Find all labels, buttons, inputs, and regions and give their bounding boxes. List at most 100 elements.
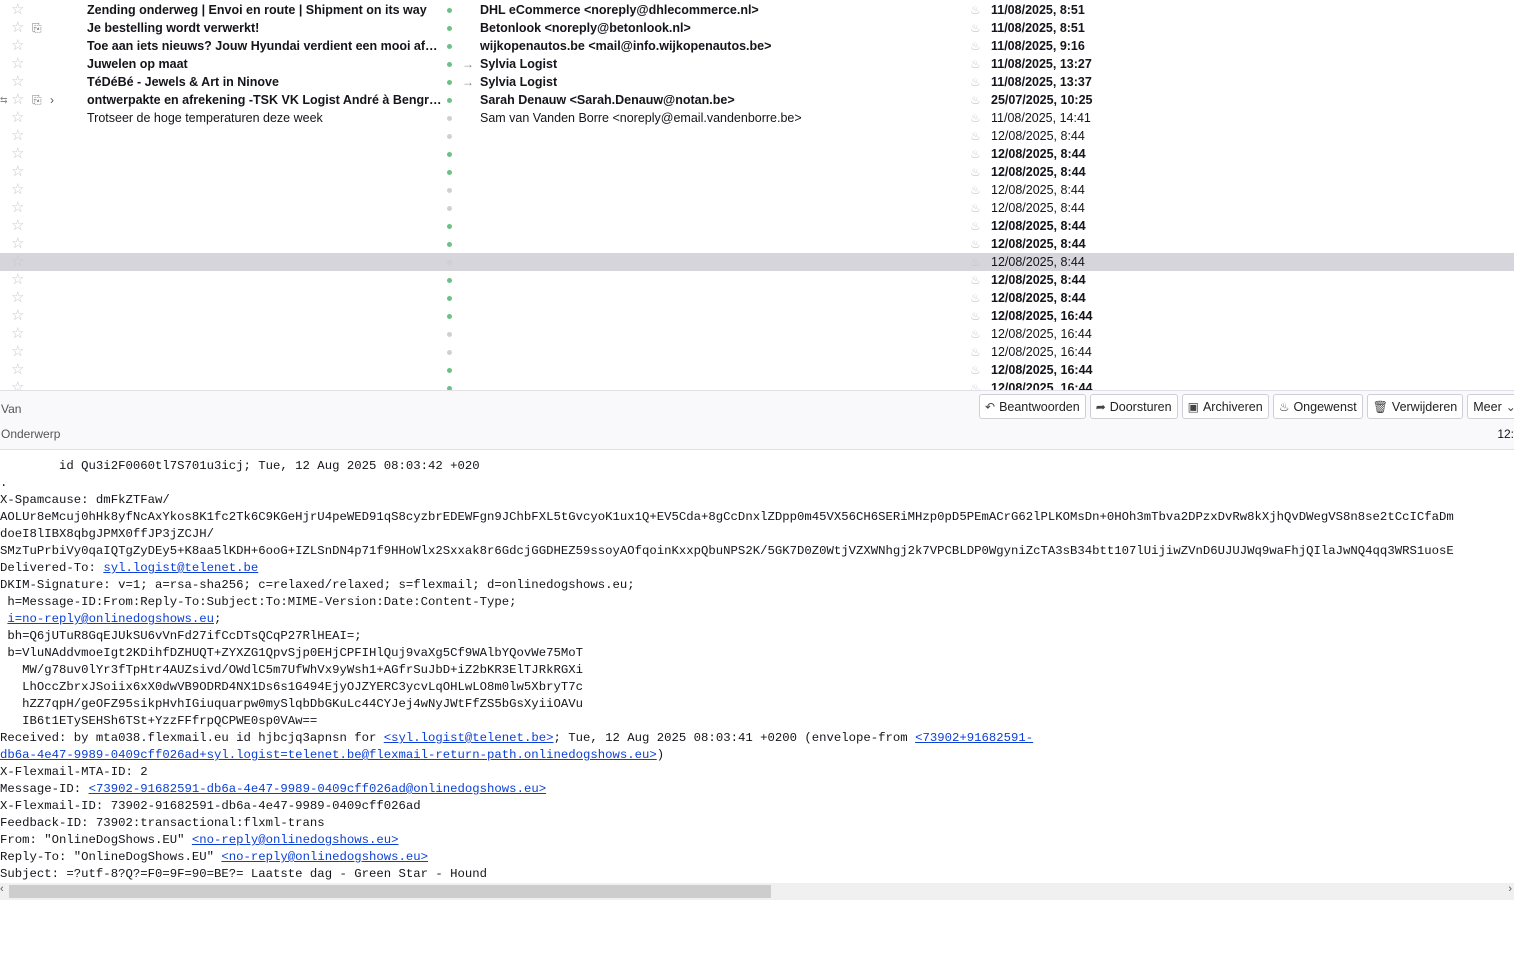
junk-status-icon[interactable]: ♨ xyxy=(970,379,981,390)
star-icon[interactable]: ☆ xyxy=(11,110,24,126)
message-row[interactable]: ☆ ♨ 12/08/2025, 8:44 xyxy=(0,163,1514,181)
email-link[interactable]: db6a-4e47-9989-0409cff026ad+syl.logist=t… xyxy=(0,748,657,762)
message-row[interactable]: ☆ ♨ 12/08/2025, 8:44 xyxy=(0,235,1514,253)
message-row[interactable]: ☆ ♨ 12/08/2025, 8:44 xyxy=(0,127,1514,145)
read-status-dot[interactable] xyxy=(447,116,452,121)
archive-button[interactable]: ▣ Archiveren xyxy=(1181,394,1269,419)
message-row[interactable]: ☆ ♨ 12/08/2025, 8:44 xyxy=(0,217,1514,235)
scrollbar-thumb[interactable] xyxy=(9,885,771,898)
star-icon[interactable]: ☆ xyxy=(11,218,24,234)
read-status-dot[interactable] xyxy=(447,170,452,175)
junk-status-icon[interactable]: ♨ xyxy=(970,361,981,379)
message-row[interactable]: ☆ Zending onderweg | Envoi en route | Shi… xyxy=(0,1,1514,19)
read-status-dot[interactable] xyxy=(447,332,452,337)
reply-button[interactable]: ↶ Beantwoorden xyxy=(979,394,1086,419)
star-icon[interactable]: ☆ xyxy=(11,2,24,18)
junk-status-icon[interactable]: ♨ xyxy=(970,217,981,235)
star-icon[interactable]: ☆ xyxy=(11,200,24,216)
email-link[interactable]: <no-reply@onlinedogshows.eu> xyxy=(192,833,399,847)
message-row[interactable]: ☆ TéDéBé - Jewels & Art in Ninove → Sylvia … xyxy=(0,73,1514,91)
more-button[interactable]: Meer ⌄ xyxy=(1467,394,1514,419)
star-icon[interactable]: ☆ xyxy=(11,326,24,342)
message-row[interactable]: ☆ Trotseer de hoge temperaturen deze week… xyxy=(0,109,1514,127)
message-row[interactable]: ☆ ♨ 12/08/2025, 8:44 xyxy=(0,253,1514,271)
read-status-dot[interactable] xyxy=(447,314,452,319)
read-status-dot[interactable] xyxy=(447,206,452,211)
star-icon[interactable]: ☆ xyxy=(11,290,24,306)
read-status-dot[interactable] xyxy=(447,8,452,13)
read-status-dot[interactable] xyxy=(447,26,452,31)
star-icon[interactable]: ☆ xyxy=(11,146,24,162)
expand-thread-icon[interactable]: › xyxy=(50,91,54,109)
star-icon[interactable]: ☆ xyxy=(11,236,24,252)
message-row[interactable]: ☆ ♨ 12/08/2025, 8:44 xyxy=(0,145,1514,163)
junk-status-icon[interactable]: ♨ xyxy=(970,145,981,163)
junk-status-icon[interactable]: ♨ xyxy=(970,253,981,271)
message-row[interactable]: ☆ ♨ 12/08/2025, 8:44 xyxy=(0,199,1514,217)
read-status-dot[interactable] xyxy=(447,242,452,247)
star-icon[interactable]: ☆ xyxy=(11,38,24,54)
junk-button[interactable]: ♨ Ongewenst xyxy=(1272,394,1363,419)
message-list[interactable]: ☆ Zending onderweg | Envoi en route | Shi… xyxy=(0,0,1514,390)
email-link[interactable]: <73902+91682591- xyxy=(915,731,1033,745)
junk-status-icon[interactable]: ♨ xyxy=(970,127,981,145)
forward-button[interactable]: ➦ Doorsturen xyxy=(1089,394,1178,419)
junk-status-icon[interactable]: ♨ xyxy=(970,235,981,253)
read-status-dot[interactable] xyxy=(447,80,452,85)
read-status-dot[interactable] xyxy=(447,134,452,139)
junk-status-icon[interactable]: ♨ xyxy=(970,289,981,307)
message-row[interactable]: ⇆ › ☆ ⎘ ontwerpakte en afrekening -TSK VK Lo… xyxy=(0,91,1514,109)
junk-status-icon[interactable]: ♨ xyxy=(970,73,981,91)
read-status-dot[interactable] xyxy=(447,98,452,103)
read-status-dot[interactable] xyxy=(447,188,452,193)
junk-status-icon[interactable]: ♨ xyxy=(970,19,981,37)
star-icon[interactable]: ☆ xyxy=(11,20,24,36)
scroll-left-icon[interactable]: ‹ xyxy=(0,883,4,895)
scroll-right-icon[interactable]: › xyxy=(1508,883,1512,895)
read-status-dot[interactable] xyxy=(447,278,452,283)
message-row[interactable]: ☆ ♨ 12/08/2025, 16:44 xyxy=(0,361,1514,379)
read-status-dot[interactable] xyxy=(447,260,452,265)
email-link[interactable]: <syl.logist@telenet.be> xyxy=(384,731,554,745)
message-row[interactable]: ☆ Toe aan iets nieuws? Jouw Hyundai verdi… xyxy=(0,37,1514,55)
junk-status-icon[interactable]: ♨ xyxy=(970,55,981,73)
junk-status-icon[interactable]: ♨ xyxy=(970,37,981,55)
email-link[interactable]: syl.logist@telenet.be xyxy=(103,561,258,575)
star-icon[interactable]: ☆ xyxy=(11,92,24,108)
star-icon[interactable]: ☆ xyxy=(11,308,24,324)
message-row[interactable]: ☆ ♨ 12/08/2025, 16:44 xyxy=(0,307,1514,325)
horizontal-scrollbar[interactable]: ‹ › xyxy=(0,883,1514,900)
star-icon[interactable]: ☆ xyxy=(11,182,24,198)
junk-status-icon[interactable]: ♨ xyxy=(970,181,981,199)
message-row[interactable]: ☆ ♨ 12/08/2025, 16:44 xyxy=(0,379,1514,390)
read-status-dot[interactable] xyxy=(447,224,452,229)
star-icon[interactable]: ☆ xyxy=(11,272,24,288)
message-row[interactable]: ☆ ♨ 12/08/2025, 8:44 xyxy=(0,271,1514,289)
message-row[interactable]: ☆ ♨ 12/08/2025, 8:44 xyxy=(0,289,1514,307)
message-row[interactable]: ☆ ♨ 12/08/2025, 16:44 xyxy=(0,325,1514,343)
junk-status-icon[interactable]: ♨ xyxy=(970,91,981,109)
star-icon[interactable]: ☆ xyxy=(11,362,24,378)
star-icon[interactable]: ☆ xyxy=(11,344,24,360)
junk-status-icon[interactable]: ♨ xyxy=(970,343,981,361)
read-status-dot[interactable] xyxy=(447,44,452,49)
drag-handle-icon[interactable]: ⇆ xyxy=(0,91,8,109)
read-status-dot[interactable] xyxy=(447,350,452,355)
read-status-dot[interactable] xyxy=(447,296,452,301)
read-status-dot[interactable] xyxy=(447,62,452,67)
email-link[interactable]: <no-reply@onlinedogshows.eu> xyxy=(221,850,428,864)
star-icon[interactable]: ☆ xyxy=(11,254,24,270)
message-row[interactable]: ☆ ♨ 12/08/2025, 16:44 xyxy=(0,343,1514,361)
star-icon[interactable]: ☆ xyxy=(11,380,24,391)
junk-status-icon[interactable]: ♨ xyxy=(970,307,981,325)
message-row[interactable]: ☆ ♨ 12/08/2025, 8:44 xyxy=(0,181,1514,199)
junk-status-icon[interactable]: ♨ xyxy=(970,271,981,289)
read-status-dot[interactable] xyxy=(447,152,452,157)
junk-status-icon[interactable]: ♨ xyxy=(970,163,981,181)
star-icon[interactable]: ☆ xyxy=(11,128,24,144)
message-row[interactable]: ☆ Juwelen op maat → Sylvia Logist ♨ 11/08/202… xyxy=(0,55,1514,73)
delete-button[interactable]: 🗑 Verwijderen xyxy=(1366,394,1464,419)
message-row[interactable]: ☆ ⎘ Je bestelling wordt verwerkt! Betonlook… xyxy=(0,19,1514,37)
junk-status-icon[interactable]: ♨ xyxy=(970,325,981,343)
junk-status-icon[interactable]: ♨ xyxy=(970,1,981,19)
